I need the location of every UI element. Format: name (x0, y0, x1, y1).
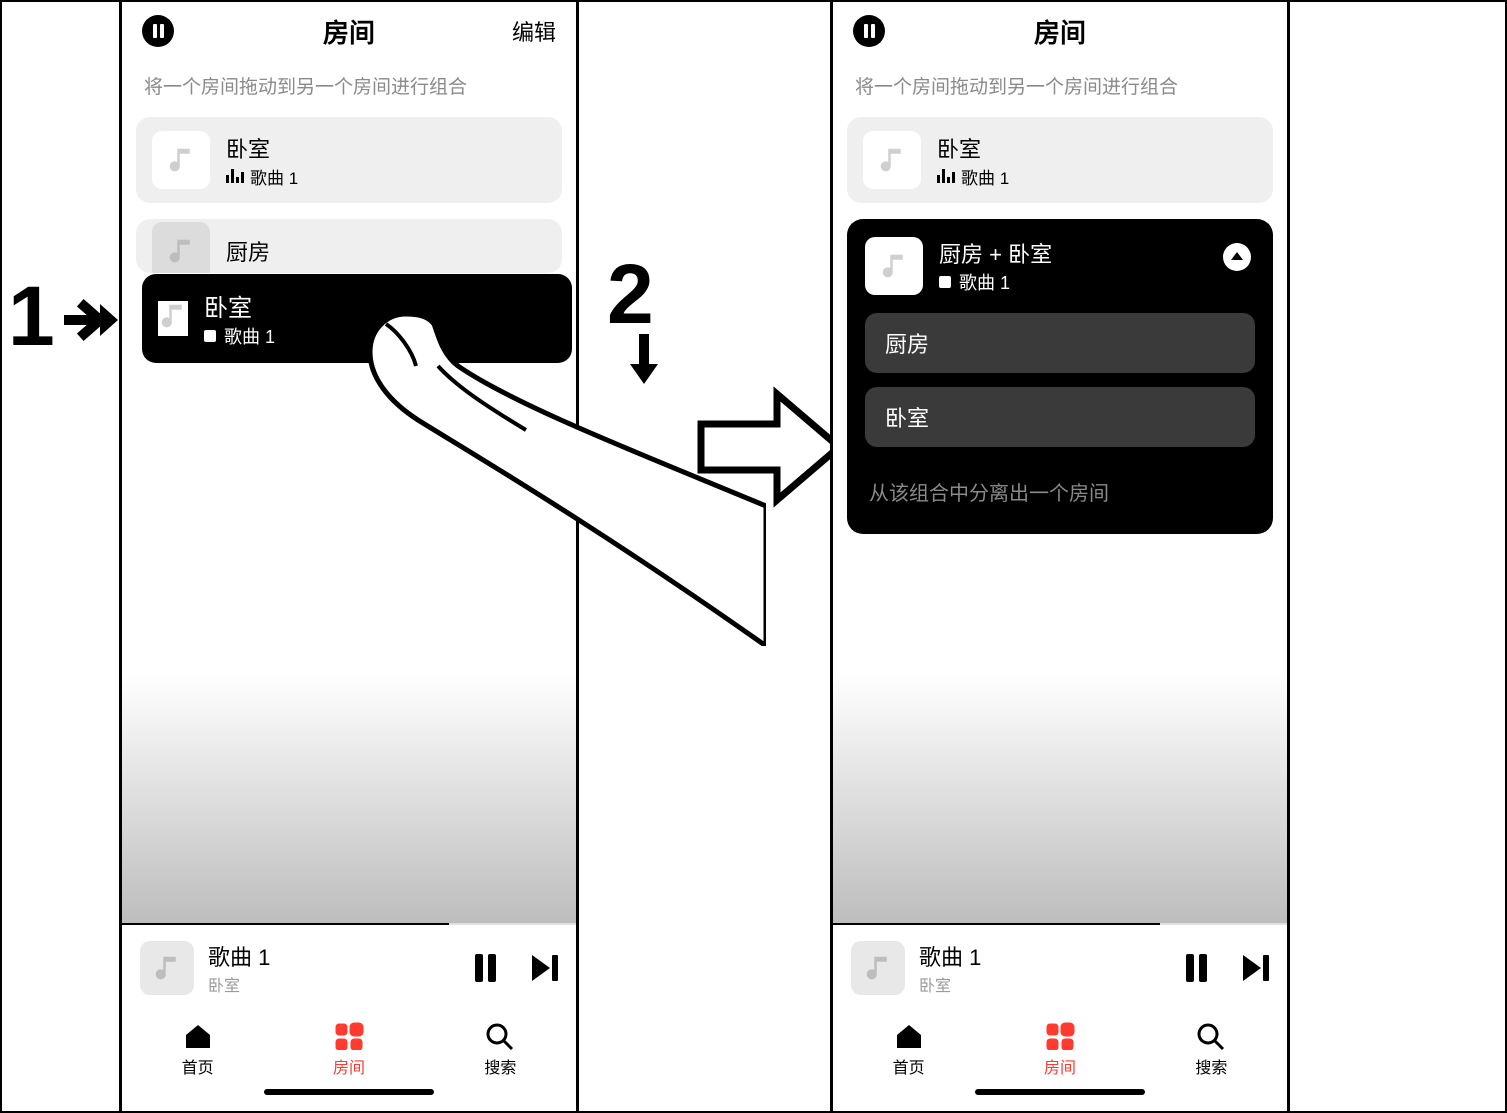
ungroup-hint: 从该组合中分离出一个房间 (869, 477, 1251, 506)
mini-room: 卧室 (208, 972, 270, 996)
next-button[interactable] (532, 955, 558, 981)
room-name: 卧室 (226, 132, 298, 164)
step-1-label: 1 (8, 268, 55, 365)
album-art-icon (865, 237, 923, 295)
pause-icon[interactable] (853, 15, 885, 47)
mini-room: 卧室 (919, 972, 981, 996)
pause-icon[interactable] (142, 15, 174, 47)
mini-song: 歌曲 1 (208, 940, 270, 972)
phone-after: 房间 将一个房间拖动到另一个房间进行组合 卧室 歌曲 1 厨房 + 卧室 (830, 2, 1290, 1111)
tab-label: 首页 (893, 1054, 925, 1078)
mini-player[interactable]: 歌曲 1 卧室 (833, 925, 1287, 1011)
page-title: 房间 (323, 13, 375, 50)
room-song: 歌曲 1 (961, 164, 1009, 189)
tab-home[interactable]: 首页 (122, 1011, 273, 1089)
room-card[interactable]: 厨房 (136, 219, 562, 273)
tab-label: 房间 (1044, 1054, 1076, 1078)
tab-label: 搜索 (1195, 1054, 1227, 1078)
tab-home[interactable]: 首页 (833, 1011, 984, 1089)
drag-hint: 将一个房间拖动到另一个房间进行组合 (833, 60, 1287, 117)
edit-button[interactable]: 编辑 (512, 15, 556, 47)
group-song: 歌曲 1 (959, 269, 1010, 295)
room-group-card[interactable]: 厨房 + 卧室 歌曲 1 厨房 卧室 从该组合中分离出一个房间 (847, 219, 1273, 534)
search-icon (485, 1022, 515, 1050)
room-name: 卧室 (204, 288, 275, 323)
rooms-icon (334, 1022, 364, 1050)
room-song: 歌曲 1 (250, 164, 298, 189)
tab-bar: 首页 房间 搜索 (122, 1011, 576, 1089)
stop-icon (939, 276, 951, 288)
drag-hint: 将一个房间拖动到另一个房间进行组合 (122, 60, 576, 117)
home-indicator (833, 1089, 1287, 1111)
collapse-icon[interactable] (1223, 243, 1251, 271)
room-name: 卧室 (937, 132, 1009, 164)
tab-search[interactable]: 搜索 (1136, 1011, 1287, 1089)
page-title: 房间 (1034, 13, 1086, 50)
tab-bar: 首页 房间 搜索 (833, 1011, 1287, 1089)
album-art-icon (863, 131, 921, 189)
tab-label: 搜索 (484, 1054, 516, 1078)
group-member[interactable]: 卧室 (865, 387, 1255, 447)
album-art-icon (140, 941, 194, 995)
mini-player[interactable]: 歌曲 1 卧室 (122, 925, 576, 1011)
tab-rooms[interactable]: 房间 (984, 1011, 1135, 1089)
pause-button[interactable] (475, 954, 496, 982)
album-art-icon (152, 131, 210, 189)
room-name: 厨房 (226, 235, 270, 267)
home-icon (894, 1022, 924, 1050)
bottom-fade (833, 673, 1287, 923)
group-name: 厨房 + 卧室 (939, 237, 1052, 269)
rooms-list: 卧室 歌曲 1 厨房 + 卧室 歌曲 1 厨房 卧室 从该组合中分离出一个房间 (833, 117, 1287, 923)
pause-button[interactable] (1186, 954, 1207, 982)
stop-icon (204, 330, 216, 342)
arrow-right-small-icon (64, 298, 120, 342)
album-art-icon (152, 222, 210, 273)
home-indicator (122, 1089, 576, 1111)
header: 房间 编辑 (122, 2, 576, 60)
home-icon (183, 1022, 213, 1050)
search-icon (1196, 1022, 1226, 1050)
tab-search[interactable]: 搜索 (425, 1011, 576, 1089)
room-song: 歌曲 1 (224, 323, 275, 349)
room-card[interactable]: 卧室 歌曲 1 (847, 117, 1273, 203)
room-card[interactable]: 卧室 歌曲 1 (136, 117, 562, 203)
tab-label: 首页 (182, 1054, 214, 1078)
next-button[interactable] (1243, 955, 1269, 981)
header: 房间 (833, 2, 1287, 60)
group-member[interactable]: 厨房 (865, 313, 1255, 373)
tab-rooms[interactable]: 房间 (273, 1011, 424, 1089)
album-art-icon (851, 941, 905, 995)
tab-label: 房间 (333, 1054, 365, 1078)
bottom-fade (122, 673, 576, 923)
finger-drag-icon (346, 306, 766, 646)
album-art-icon (158, 301, 188, 336)
eq-bars-icon (937, 169, 955, 183)
mini-song: 歌曲 1 (919, 940, 981, 972)
rooms-icon (1045, 1022, 1075, 1050)
eq-bars-icon (226, 169, 244, 183)
